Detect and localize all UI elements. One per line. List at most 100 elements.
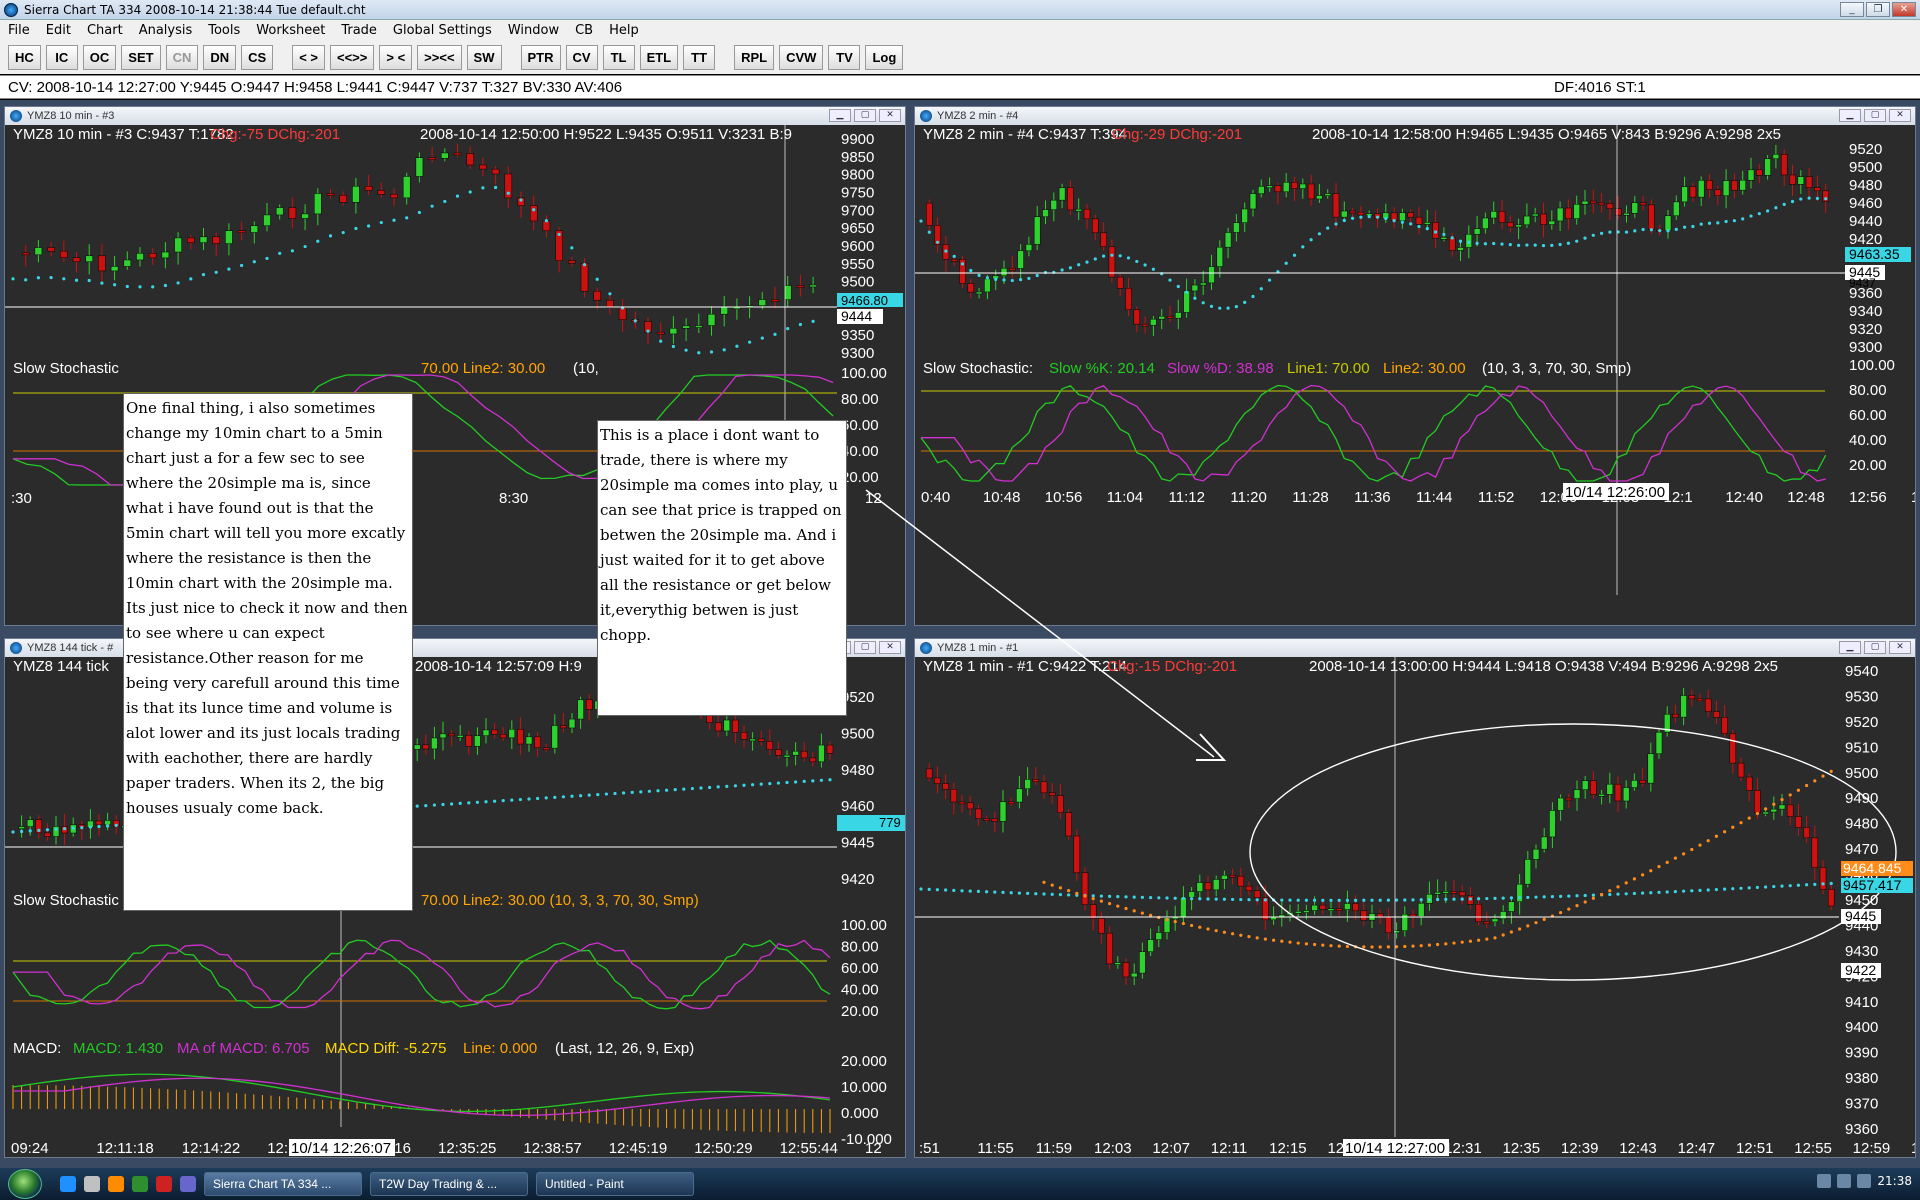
clock[interactable]: 21:38 [1877,1174,1912,1188]
chart-canvas[interactable]: YMZ8 2 min - #4 C:9437 T:394 Chg:-29 DCh… [915,125,1915,625]
candle-body [1540,213,1547,225]
chart-canvas[interactable]: YMZ8 1 min - #1 C:9422 T:214 Chg:-15 DCh… [915,657,1915,1157]
ie-icon[interactable] [60,1176,76,1192]
ma-dot [1288,898,1292,902]
toolbar-set-button[interactable]: SET [121,44,161,70]
menu-tools[interactable]: Tools [200,23,248,38]
toolbar-log-button[interactable]: Log [865,44,904,70]
menu-global-settings[interactable]: Global Settings [385,23,500,38]
time-tick: 12:47 [1678,1140,1716,1157]
candle-body [237,230,246,233]
app-icon-blue[interactable] [180,1176,196,1192]
task-paint[interactable]: Untitled - Paint [536,1172,694,1196]
chart-app-icon[interactable] [132,1176,148,1192]
chart-window-2min[interactable]: YMZ8 2 min - #4 ▁ ▢ ✕ YMZ8 2 min - #4 C:94… [914,106,1916,626]
candle-body [225,230,233,244]
toolbar-etl-button[interactable]: ETL [639,44,679,70]
ma-dot [481,186,485,190]
chart-maximize-button[interactable]: ▢ [1864,109,1886,122]
desktop-icon[interactable] [84,1176,100,1192]
ma-dot [1690,889,1694,893]
minimize-button[interactable]: _ [1840,2,1864,17]
ma-dot-orange [1181,921,1185,926]
toolbar-rpl-button[interactable]: RPL [734,44,775,70]
toolbar-hc-button[interactable]: HC [8,44,41,70]
candle-body [44,832,51,837]
toolbar-fit-button[interactable]: >><< [417,44,462,70]
toolbar-ptr-button[interactable]: PTR [520,44,561,70]
chart-minimize-button[interactable]: ▁ [1839,641,1861,654]
toolbar-tl-button[interactable]: TL [602,44,635,70]
chart-close-button[interactable]: ✕ [1889,641,1911,654]
chart-change: Chg:-75 DChg:-201 [210,126,340,143]
cursor-time-label: 10/14 12:26:07 [291,1140,391,1157]
toolbar-cs-button[interactable]: CS [241,44,274,70]
ma-dot [458,801,462,805]
toolbar-compress-button[interactable]: > < [379,44,413,70]
menu-analysis[interactable]: Analysis [131,23,201,38]
window-controls: _ ❐ ✕ [1840,2,1916,17]
time-tick: 10:48 [983,489,1021,506]
menu-worksheet[interactable]: Worksheet [248,23,333,38]
chart-close-button[interactable]: ✕ [879,641,901,654]
firefox-icon[interactable] [108,1176,124,1192]
ma-dot-orange [1673,856,1677,860]
ma-dot [1493,896,1497,900]
task-sierra-chart[interactable]: Sierra Chart TA 334 ... [204,1172,362,1196]
toolbar-cn-button[interactable]: CN [165,44,199,70]
chart-close-button[interactable]: ✕ [1889,109,1911,122]
menu-window[interactable]: Window [500,23,567,38]
ma-dot [1201,301,1205,305]
time-tick: 12:45:19 [609,1140,667,1157]
menu-edit[interactable]: Edit [38,23,79,38]
chart-window-1min[interactable]: YMZ8 1 min - #1 ▁ ▢ ✕ YMZ8 1 min - #1 C:94… [914,638,1916,1158]
chart-maximize-button[interactable]: ▢ [854,641,876,654]
menu-help[interactable]: Help [601,23,647,38]
ma-dot [1641,891,1645,895]
menu-trade[interactable]: Trade [333,23,385,38]
close-price-label: 9422 [1845,962,1876,978]
chart-minimize-button[interactable]: ▁ [829,109,851,122]
toolbar-dn-button[interactable]: DN [203,44,237,70]
chart-close-button[interactable]: ✕ [879,109,901,122]
ma-dot [1108,894,1112,898]
ma-dot [63,827,67,831]
ma-dot [1757,212,1761,216]
toolbar-tv-button[interactable]: TV [828,44,861,70]
candle-body [1762,811,1769,815]
menu-cb[interactable]: CB [567,23,601,38]
menu-chart[interactable]: Chart [79,23,131,38]
close-button[interactable]: ✕ [1892,2,1916,17]
tray-app-icon[interactable] [1857,1174,1872,1188]
macd-line-value: Line: 0.000 [463,1040,537,1057]
task-t2w-browser[interactable]: T2W Day Trading & ... [370,1172,528,1196]
restore-button[interactable]: ❐ [1866,2,1890,17]
toolbar-ic-button[interactable]: IC [45,44,78,70]
menu-file[interactable]: File [0,23,38,38]
toolbar-oc-button[interactable]: OC [82,44,117,70]
ma-dot [1805,883,1809,887]
chart-minimize-button[interactable]: ▁ [1839,109,1861,122]
toolbar-cvw-button[interactable]: CVW [779,44,824,70]
toolbar-tt-button[interactable]: TT [683,44,716,70]
stoch-d-value: Slow %D: 38.98 [1167,360,1274,377]
tray-volume-icon[interactable] [1837,1174,1852,1188]
toolbar-expand-button[interactable]: <<>> [330,44,375,70]
ma-dot-orange [1509,930,1513,934]
chart-maximize-button[interactable]: ▢ [1864,641,1886,654]
ma-dot [100,281,104,285]
start-button[interactable] [8,1169,42,1199]
time-tick: 11:28 [1292,489,1328,506]
toolbar-cv-button[interactable]: CV [565,44,598,70]
ma-dot [919,219,923,223]
chart-maximize-button[interactable]: ▢ [854,109,876,122]
toolbar-scroll-button[interactable]: < > [292,44,325,70]
ma-dot [1755,885,1759,890]
app-icon-red[interactable] [156,1176,172,1192]
ma-dot-orange [1805,783,1809,788]
ma-dot [1492,241,1496,246]
toolbar-sw-button[interactable]: SW [466,44,502,70]
tray-network-icon[interactable] [1817,1174,1832,1188]
candle-body [723,719,731,732]
ma-dot [1027,276,1031,281]
